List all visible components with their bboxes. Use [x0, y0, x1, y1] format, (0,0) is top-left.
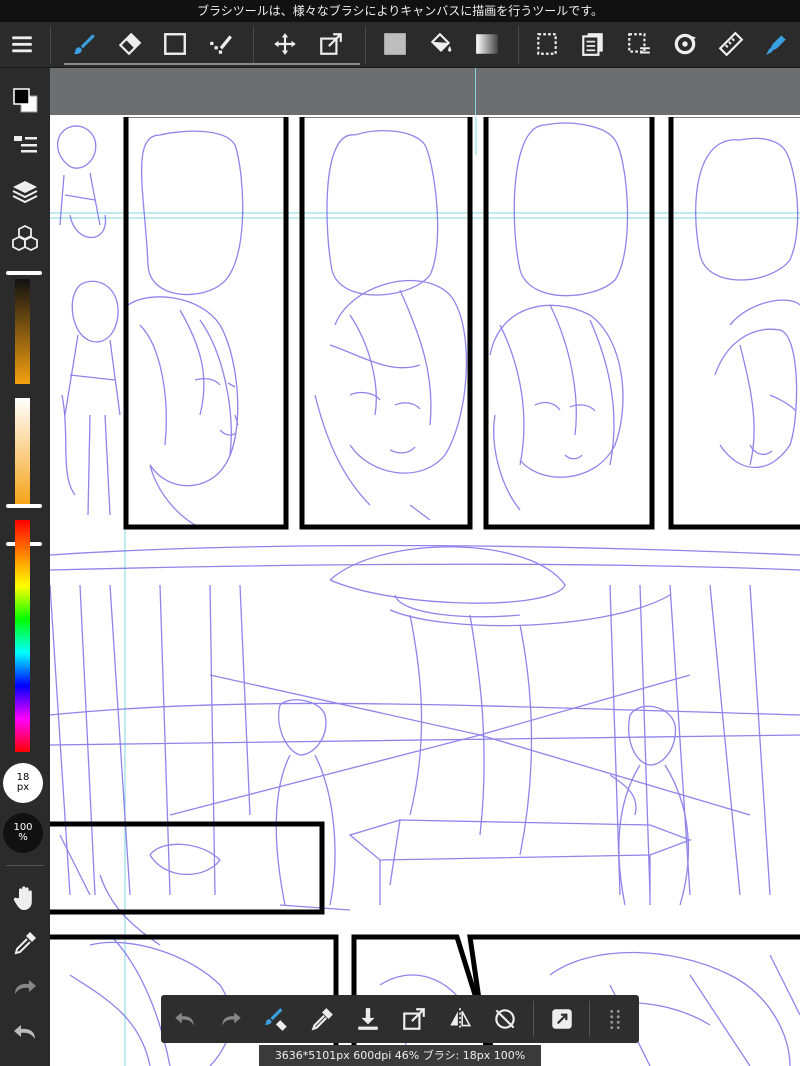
- saturation-slider-track[interactable]: [15, 398, 30, 508]
- eyedropper-icon: [14, 932, 36, 955]
- redo-icon: [222, 1012, 241, 1026]
- guide-line: [475, 68, 476, 115]
- eyedropper-icon: [311, 1008, 333, 1031]
- brush-size-unit: px: [16, 782, 30, 793]
- brush-size-badge[interactable]: 18 px: [3, 763, 43, 803]
- status-bar: 3636*5101px 600dpi 46% ブラシ: 18px 100%: [259, 1045, 541, 1066]
- toolbar-separator: [50, 26, 51, 64]
- medibang-app: ブラシツールは、様々なブラシによりキャンバスに描画を行うツールです。 18 px…: [0, 0, 800, 1066]
- shape-tool-button[interactable]: [158, 28, 192, 60]
- hue-brown-slider-handle[interactable]: [6, 271, 42, 275]
- sidebar-separator: [6, 865, 44, 866]
- fullscreen-button[interactable]: [544, 1001, 580, 1037]
- transform-tool-button[interactable]: [314, 28, 348, 60]
- documents-icon: [582, 33, 603, 56]
- filled-square-icon: [384, 33, 406, 55]
- undo-sidebar-button[interactable]: [7, 1015, 43, 1051]
- cubes-icon: [12, 224, 38, 252]
- redo-button[interactable]: [213, 1001, 249, 1037]
- quickbar-separator: [589, 1001, 590, 1037]
- square-outline-icon: [164, 33, 186, 55]
- download-icon: [358, 1008, 378, 1030]
- toolbar-separator: [518, 26, 519, 64]
- grip-dots-icon: [610, 1010, 620, 1030]
- toolbar-separator: [365, 26, 366, 64]
- rotate-icon: [674, 33, 696, 55]
- hamburger-icon: [12, 36, 32, 53]
- tool-group-underline: [64, 63, 360, 65]
- layers-icon: [12, 181, 38, 204]
- layers-button[interactable]: [7, 174, 43, 210]
- tool-hint-text: ブラシツールは、様々なブラシによりキャンバスに描画を行うツールです。: [196, 4, 604, 18]
- canvas-top-margin: [50, 68, 800, 115]
- move-arrows-icon: [274, 33, 296, 55]
- eraser-tool-button[interactable]: [112, 28, 146, 60]
- pen-snap-icon: [766, 35, 786, 55]
- tool-hint-bar: ブラシツールは、様々なブラシによりキャンバスに描画を行うツールです。: [0, 0, 800, 22]
- undo-icon: [14, 1025, 35, 1039]
- ruler-tool-button[interactable]: [714, 28, 748, 60]
- check-dots-icon: [210, 35, 233, 54]
- transform-quick-button[interactable]: [396, 1001, 432, 1037]
- rotate-canvas-button[interactable]: [668, 28, 702, 60]
- undo-icon: [175, 1012, 194, 1026]
- gradient-icon: [476, 34, 498, 54]
- opacity-unit: %: [18, 832, 28, 843]
- materials-button[interactable]: [7, 220, 43, 256]
- eraser-icon: [118, 32, 142, 56]
- move-tool-button[interactable]: [268, 28, 302, 60]
- brush-eraser-toggle-button[interactable]: [259, 1001, 295, 1037]
- manga-page-artwork: [50, 115, 800, 1066]
- reset-rotation-button[interactable]: [487, 1001, 523, 1037]
- fill-color-button[interactable]: [378, 28, 412, 60]
- dot-check-tool-button[interactable]: [204, 28, 238, 60]
- select-lines-icon: [628, 33, 650, 54]
- brush-icon: [73, 34, 95, 55]
- hand-tool-button[interactable]: [7, 880, 43, 916]
- color-swatch-button[interactable]: [7, 82, 43, 118]
- hue-slider-track[interactable]: [15, 520, 30, 752]
- transform-icon: [320, 33, 342, 55]
- select-tool-button[interactable]: [530, 28, 564, 60]
- flip-button[interactable]: [442, 1001, 478, 1037]
- flip-horizontal-icon: [450, 1008, 472, 1030]
- quickbar-separator: [533, 1001, 534, 1037]
- brush-tool-button[interactable]: [67, 28, 101, 60]
- rotate-off-icon: [495, 1009, 515, 1029]
- redo-icon: [15, 980, 36, 994]
- hand-icon: [13, 886, 32, 910]
- copy-layer-button[interactable]: [576, 28, 610, 60]
- menu-button[interactable]: [5, 28, 39, 60]
- status-text: 3636*5101px 600dpi 46% ブラシ: 18px 100%: [274, 1049, 526, 1062]
- dotted-select-icon: [537, 33, 557, 55]
- bucket-tool-button[interactable]: [424, 28, 458, 60]
- brush-list-button[interactable]: [7, 128, 43, 164]
- redo-sidebar-button[interactable]: [7, 970, 43, 1006]
- saturation-slider-handle[interactable]: [6, 504, 42, 508]
- paint-bucket-icon: [430, 32, 452, 53]
- snap-pen-button[interactable]: [760, 28, 794, 60]
- eyedropper-quick-button[interactable]: [304, 1001, 340, 1037]
- brightness-slider-track[interactable]: [15, 279, 30, 384]
- left-sidebar: 18 px 100 %: [0, 68, 50, 1066]
- list-icon: [14, 136, 37, 153]
- quickbar-drag-handle[interactable]: [597, 1001, 633, 1037]
- toolbar-separator: [253, 26, 254, 64]
- transform-icon: [403, 1008, 425, 1030]
- select-pen-tool-button[interactable]: [622, 28, 656, 60]
- eyedropper-button[interactable]: [7, 925, 43, 961]
- undo-button[interactable]: [167, 1001, 203, 1037]
- gradation-tool-button[interactable]: [470, 28, 504, 60]
- download-button[interactable]: [350, 1001, 386, 1037]
- opacity-badge[interactable]: 100 %: [3, 813, 43, 853]
- top-toolbar: [0, 22, 800, 68]
- quick-toolbar: [161, 995, 639, 1043]
- fg-bg-color-icon: [13, 88, 38, 113]
- ruler-icon: [718, 31, 744, 57]
- drawing-canvas[interactable]: [50, 115, 800, 1066]
- expand-icon: [552, 1009, 572, 1029]
- brush-eraser-icon: [264, 1008, 287, 1031]
